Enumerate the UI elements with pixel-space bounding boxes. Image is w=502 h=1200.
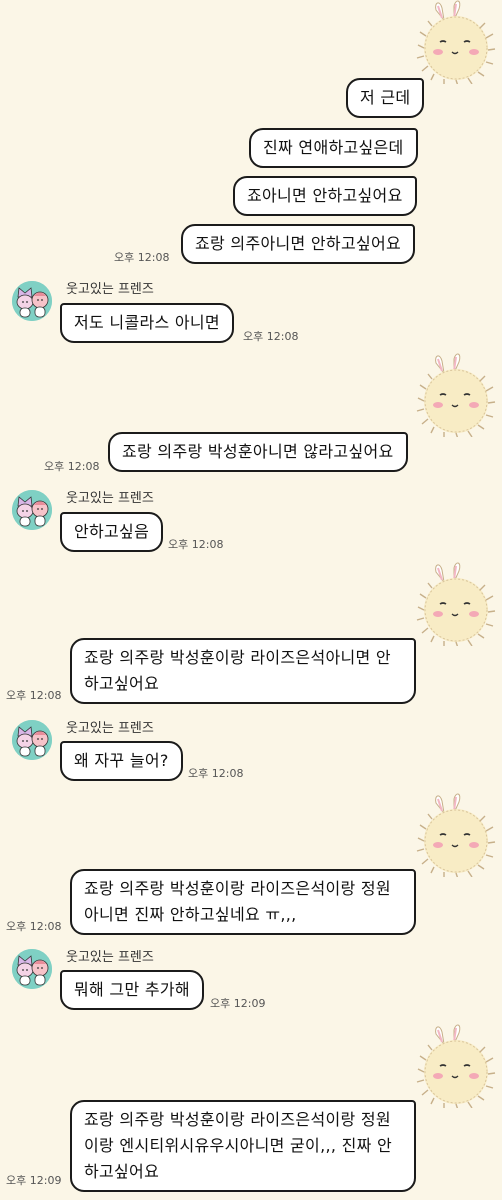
message-time: 오후 12:09 xyxy=(6,1174,62,1187)
friends-avatar-icon xyxy=(12,720,52,760)
message-time: 오후 12:08 xyxy=(6,689,62,702)
message-time: 오후 12:08 xyxy=(6,920,62,933)
sender-name: 웃고있는 프렌즈 xyxy=(66,491,154,506)
message-bubble[interactable]: 죠랑 의주랑 박성훈아니면 않라고싶어요 xyxy=(108,432,408,472)
message-time: 오후 12:08 xyxy=(188,767,244,780)
friends-avatar-icon[interactable] xyxy=(12,281,52,321)
message-bubble[interactable]: 죠랑 의주랑 박성훈이랑 라이즈은석이랑 정원 이랑 엔시티위시유우시아니면 굳… xyxy=(70,1100,416,1192)
message-time: 오후 12:08 xyxy=(243,330,299,343)
message-bubble[interactable]: 죠아니면 안하고싶어요 xyxy=(233,176,417,216)
fluffy-bunny-icon xyxy=(416,561,496,649)
fluffy-bunny-icon[interactable] xyxy=(414,0,498,87)
friends-avatar-icon xyxy=(12,281,52,321)
message-time: 오후 12:08 xyxy=(168,538,224,551)
fluffy-bunny-icon xyxy=(416,1023,496,1111)
fluffy-bunny-icon xyxy=(416,352,496,440)
message-bubble[interactable]: 죠랑 의주랑 박성훈이랑 라이즈은석이랑 정원 아니면 진짜 안하고싶네요 ㅠ,… xyxy=(70,869,416,935)
message-bubble[interactable]: 왜 자꾸 늘어? xyxy=(60,741,183,781)
sender-name: 웃고있는 프렌즈 xyxy=(66,282,154,297)
friends-avatar-icon xyxy=(12,949,52,989)
friends-avatar-icon[interactable] xyxy=(12,949,52,989)
friends-avatar-icon[interactable] xyxy=(12,490,52,530)
fluffy-bunny-icon[interactable] xyxy=(414,561,498,649)
message-bubble[interactable]: 안하고싶음 xyxy=(60,512,164,552)
friends-avatar-icon[interactable] xyxy=(12,720,52,760)
sender-name: 웃고있는 프렌즈 xyxy=(66,721,154,736)
message-bubble[interactable]: 죠랑 의주랑 박성훈이랑 라이즈은석아니면 안 하고싶어요 xyxy=(70,638,416,704)
fluffy-bunny-icon xyxy=(416,792,496,880)
fluffy-bunny-icon xyxy=(416,0,496,87)
fluffy-bunny-icon[interactable] xyxy=(414,1023,498,1111)
message-time: 오후 12:08 xyxy=(44,460,100,473)
message-time: 오후 12:09 xyxy=(210,997,266,1010)
sender-name: 웃고있는 프렌즈 xyxy=(66,950,154,965)
message-bubble[interactable]: 저도 니콜라스 아니면 xyxy=(60,303,234,343)
message-bubble[interactable]: 죠랑 의주아니면 안하고싶어요 xyxy=(181,224,416,264)
friends-avatar-icon xyxy=(12,490,52,530)
message-bubble[interactable]: 저 근데 xyxy=(346,78,425,118)
message-bubble[interactable]: 진짜 연애하고싶은데 xyxy=(249,128,418,168)
message-bubble[interactable]: 뭐해 그만 추가해 xyxy=(60,970,204,1010)
message-time: 오후 12:08 xyxy=(114,251,170,264)
fluffy-bunny-icon[interactable] xyxy=(414,792,498,880)
fluffy-bunny-icon[interactable] xyxy=(414,352,498,440)
